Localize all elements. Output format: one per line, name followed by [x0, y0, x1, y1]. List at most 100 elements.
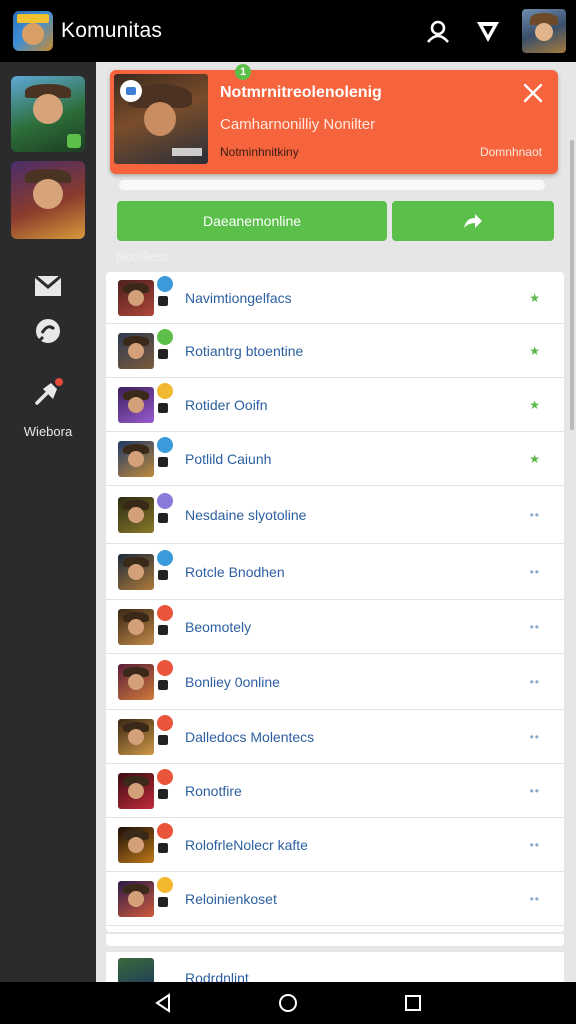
more-options-icon[interactable]: ••	[530, 784, 540, 798]
app-window: Komunitas Wiebora Notmrnitreolenolenig C…	[0, 0, 576, 1024]
list-item[interactable]: Rotider Ooifn ★	[106, 378, 564, 432]
shield-icon[interactable]	[466, 9, 510, 53]
sidebar-game-1[interactable]	[11, 76, 85, 152]
user-avatar[interactable]	[522, 9, 566, 53]
platform-icon	[158, 569, 168, 580]
notification-count-badge: 1	[235, 64, 251, 80]
list-item-name: Beomotely	[185, 618, 252, 635]
list-footer	[106, 934, 564, 946]
primary-action-button[interactable]: Daeanemonline	[117, 201, 387, 241]
list-item[interactable]: Rotcle Bnodhen ••	[106, 544, 564, 600]
more-options-icon[interactable]: ••	[530, 620, 540, 634]
sidebar-game-2[interactable]	[11, 161, 85, 239]
list-item[interactable]: Bonliey 0online ••	[106, 654, 564, 710]
list-item-name: Rotiantrg btoentine	[185, 342, 304, 359]
recents-icon[interactable]	[393, 983, 433, 1023]
favorite-star-icon[interactable]: ★	[529, 398, 540, 412]
list-item[interactable]: RolofrleNolecr kafte ••	[106, 818, 564, 872]
list-item-thumbnail	[118, 958, 154, 982]
status-badge-icon	[157, 328, 173, 345]
featured-game-art	[114, 74, 208, 164]
close-icon[interactable]	[522, 82, 544, 104]
status-badge-icon	[157, 768, 173, 785]
message-icon[interactable]	[24, 262, 72, 310]
thumbnail-face	[128, 563, 144, 580]
list-item[interactable]: Ronotfire ••	[106, 764, 564, 818]
favorite-star-icon[interactable]: ★	[529, 344, 540, 358]
list-item[interactable]: Nesdaine slyotoline ••	[106, 486, 564, 544]
notification-list: Navimtiongelfacs ★ Rotiantrg btoentine ★ Rot…	[106, 272, 564, 932]
platform-icon	[158, 295, 168, 306]
platform-icon	[158, 512, 168, 523]
featured-meta: Notminhnitkiny	[220, 145, 299, 159]
list-item[interactable]: Reloinienkoset ••	[106, 872, 564, 926]
section-label: Notiffiess	[116, 249, 170, 264]
more-options-icon[interactable]: ••	[530, 892, 540, 906]
game-art-face	[33, 179, 63, 209]
list-item-name: Reloinienkoset	[185, 890, 277, 907]
status-badge-icon	[157, 382, 173, 399]
art-stamp	[172, 148, 202, 156]
list-item-thumbnail	[118, 496, 154, 533]
thumbnail-face	[128, 396, 144, 413]
list-item[interactable]: Beomotely ••	[106, 600, 564, 654]
more-options-icon[interactable]: ••	[530, 730, 540, 744]
featured-notification-card[interactable]: Notmrnitreolenolenig Camharnonilliy Noni…	[110, 70, 558, 174]
list-item[interactable]: Potlild Caiunh ★	[106, 432, 564, 486]
thumbnail-face	[128, 836, 144, 853]
app-logo[interactable]	[13, 11, 53, 51]
share-arrow-icon	[464, 214, 482, 228]
platform-icon	[158, 679, 168, 690]
list-item-thumbnail	[118, 279, 154, 316]
home-icon[interactable]	[268, 983, 308, 1023]
game-logo-icon	[120, 80, 142, 102]
pin-icon[interactable]	[24, 368, 72, 416]
list-item-name: Rotider Ooifn	[185, 396, 268, 413]
status-badge-icon	[157, 659, 173, 676]
back-icon[interactable]	[143, 983, 183, 1023]
list-item-partial[interactable]: Rodrdnlint	[106, 952, 564, 982]
scrollbar[interactable]	[570, 140, 574, 430]
more-options-icon[interactable]: ••	[530, 565, 540, 579]
list-item-name: Nesdaine slyotoline	[185, 506, 307, 523]
status-badge-icon	[157, 549, 173, 566]
list-item-thumbnail	[118, 608, 154, 645]
favorite-star-icon[interactable]: ★	[529, 452, 540, 466]
platform-icon	[158, 402, 168, 413]
more-options-icon[interactable]: ••	[530, 508, 540, 522]
hero-face	[144, 102, 176, 136]
featured-subtitle: Camharnonilliy Nonilter	[220, 116, 376, 133]
list-item-thumbnail	[118, 718, 154, 755]
thumbnail-face	[128, 890, 144, 907]
status-badge-icon	[157, 822, 173, 839]
list-item-thumbnail	[118, 880, 154, 917]
share-button[interactable]	[392, 201, 554, 241]
thumbnail-face	[128, 782, 144, 799]
status-badge-icon	[157, 604, 173, 621]
list-item-thumbnail	[118, 772, 154, 809]
list-item[interactable]: Navimtiongelfacs ★	[106, 272, 564, 324]
list-item[interactable]: Dalledocs Molentecs ••	[106, 710, 564, 764]
list-item-name: Potlild Caiunh	[185, 450, 272, 467]
progress-fill	[119, 180, 545, 190]
top-app-bar: Komunitas	[0, 0, 576, 62]
featured-action-link[interactable]: Domnhnaot	[480, 145, 542, 159]
favorite-star-icon[interactable]: ★	[529, 291, 540, 305]
progress-bar	[119, 180, 545, 190]
thumbnail-face	[128, 728, 144, 745]
list-item[interactable]: Rotiantrg btoentine ★	[106, 324, 564, 378]
sidebar-label: Wiebora	[23, 424, 73, 439]
list-item-thumbnail	[118, 440, 154, 477]
platform-icon	[158, 624, 168, 635]
chat-bubble-icon[interactable]	[24, 308, 72, 356]
system-navigation-bar	[0, 982, 576, 1024]
list-item-name: Bonliey 0online	[185, 673, 280, 690]
thumbnail-face	[128, 673, 144, 690]
more-options-icon[interactable]: ••	[530, 675, 540, 689]
list-item-thumbnail	[118, 663, 154, 700]
more-options-icon[interactable]: ••	[530, 838, 540, 852]
thumbnail-face	[128, 342, 144, 359]
thumbnail-face	[128, 506, 144, 523]
profile-icon[interactable]	[416, 9, 460, 53]
game-art-face	[33, 94, 63, 124]
